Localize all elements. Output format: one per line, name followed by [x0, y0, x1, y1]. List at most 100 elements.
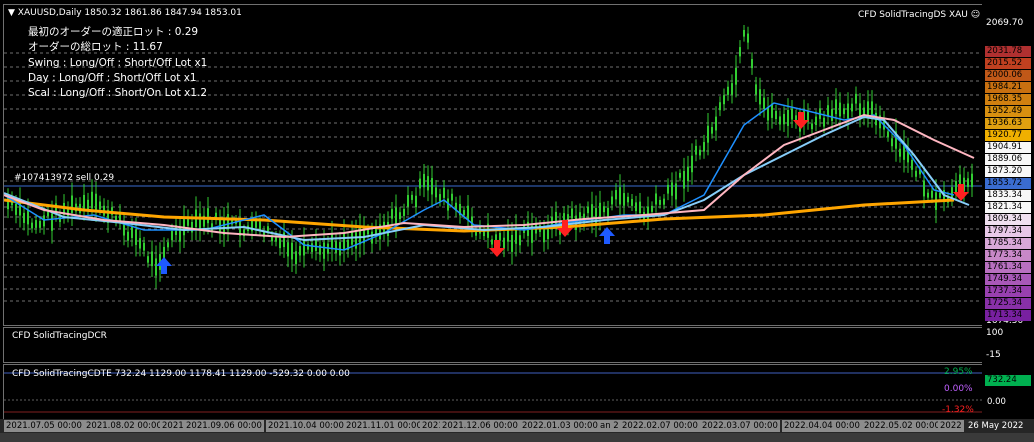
- smiley-icon: ☺: [970, 10, 981, 20]
- price-axis-top: 2069.70: [986, 18, 1024, 28]
- candle-body: [259, 221, 261, 231]
- candle-body: [887, 131, 889, 138]
- candle-body: [207, 208, 209, 224]
- info-line-5: Scal : Long/Off : Short/On Lot x1.2: [28, 87, 208, 99]
- candle-body: [135, 229, 137, 245]
- sell-arrow-icon: [793, 112, 809, 129]
- candle-body: [435, 187, 437, 198]
- candle-body: [939, 192, 941, 198]
- price-level-label: 2015.52: [985, 58, 1031, 69]
- candle-body: [783, 113, 785, 125]
- candle-body: [703, 142, 705, 152]
- candle-body: [499, 232, 501, 241]
- candle-body: [467, 205, 469, 220]
- date-axis-tick: 2021.09.06 00:00: [184, 420, 264, 432]
- candle-body: [683, 171, 685, 189]
- candle-body: [603, 206, 605, 213]
- price-level-label: 1821.34: [985, 202, 1031, 213]
- price-level-label: 1785.34: [985, 238, 1031, 249]
- candle-body: [127, 231, 129, 241]
- candle-body: [747, 33, 749, 43]
- candle-body: [39, 220, 41, 228]
- price-level-label: 1889.06: [985, 154, 1031, 165]
- indicator1-panel[interactable]: CFD SolidTracingDCR: [3, 327, 983, 363]
- candle-body: [35, 220, 37, 228]
- candle-body: [419, 178, 421, 189]
- candle-body: [827, 105, 829, 117]
- candle-body: [687, 166, 689, 182]
- candle-body: [787, 110, 789, 126]
- date-axis-tick: 2021.10.04 00:00: [266, 420, 346, 432]
- candle-body: [411, 194, 413, 200]
- candle-body: [763, 97, 765, 110]
- candle-body: [595, 208, 597, 225]
- date-axis-tick: 2022.02.07 00:00: [620, 420, 700, 432]
- ind2-pct-positive: 2.95%: [944, 367, 973, 377]
- candle-body: [779, 116, 781, 125]
- date-axis[interactable]: 2021.07.05 00:00 2021.08.02 00:00 2021 2021…: [0, 419, 1034, 433]
- candle-body: [415, 195, 417, 208]
- chart-symbol-header: ▼ XAUUSD,Daily 1850.32 1861.86 1847.94 1…: [8, 8, 242, 18]
- candle-body: [439, 194, 441, 202]
- candle-body: [695, 145, 697, 155]
- candle-body: [899, 148, 901, 157]
- candle-body: [191, 221, 193, 233]
- candle-body: [287, 242, 289, 257]
- status-bar: [0, 433, 1034, 442]
- candle-body: [847, 103, 849, 119]
- candle-body: [423, 173, 425, 188]
- candle-body: [443, 187, 445, 198]
- candle-body: [151, 251, 153, 267]
- candle-body: [43, 215, 45, 227]
- date-axis-tick: 2021.07.05 00:00: [4, 420, 84, 432]
- candle-body: [971, 173, 973, 188]
- price-level-label: 2031.78: [985, 46, 1031, 57]
- candle-body: [699, 149, 701, 156]
- candle-body: [331, 233, 333, 250]
- indicator2-axis-label: 0.00: [985, 397, 1031, 408]
- mt4-chart-window[interactable]: { "header": { "symbol_line": "XAUUSD,Dai…: [0, 0, 1034, 442]
- price-level-label: 2000.06: [985, 70, 1031, 81]
- candle-body: [759, 89, 761, 105]
- ma-lightblue-line: [4, 115, 970, 242]
- candle-body: [611, 196, 613, 205]
- date-axis-tick: 2021.11.01 00:00: [344, 420, 424, 432]
- candle-body: [851, 103, 853, 112]
- candle-body: [491, 239, 493, 245]
- candle-body: [99, 201, 101, 210]
- candle-body: [619, 187, 621, 205]
- date-axis-tick: 26 May 2022: [966, 420, 1026, 432]
- price-level-label: 1725.34: [985, 298, 1031, 309]
- candle-body: [623, 193, 625, 206]
- candle-body: [343, 232, 345, 250]
- candle-body: [403, 208, 405, 216]
- indicator2-panel[interactable]: CFD SolidTracingCDTE 732.24 1129.00 1178…: [3, 364, 983, 420]
- date-axis-tick: 2021.12.06 00:00: [440, 420, 520, 432]
- candle-body: [775, 111, 777, 120]
- candle-body: [335, 241, 337, 253]
- date-axis-tick: 2022.01.03 00:00: [520, 420, 600, 432]
- date-axis-tick: 2022.04.04 00:00: [782, 420, 862, 432]
- candle-body: [739, 47, 741, 57]
- candle-body: [755, 84, 757, 95]
- candle-body: [199, 213, 201, 230]
- candle-body: [355, 232, 357, 249]
- candle-body: [815, 116, 817, 125]
- info-line-2: オーダーの総ロット : 11.67: [28, 41, 163, 53]
- candle-body: [519, 235, 521, 246]
- candle-body: [719, 102, 721, 111]
- candle-body: [171, 230, 173, 241]
- candle-body: [23, 212, 25, 223]
- candle-body: [915, 170, 917, 177]
- candle-body: [295, 251, 297, 265]
- candle-body: [599, 202, 601, 219]
- date-axis-tick: 2022: [938, 420, 964, 432]
- candle-body: [303, 239, 305, 256]
- candle-body: [751, 59, 753, 69]
- main-chart-panel[interactable]: ▼ XAUUSD,Daily 1850.32 1861.86 1847.94 1…: [3, 4, 983, 326]
- candle-body: [667, 184, 669, 194]
- price-level-label: 1713.34: [985, 310, 1031, 321]
- dropdown-triangle-icon[interactable]: ▼: [8, 8, 15, 18]
- candle-body: [407, 195, 409, 207]
- candle-body: [587, 206, 589, 214]
